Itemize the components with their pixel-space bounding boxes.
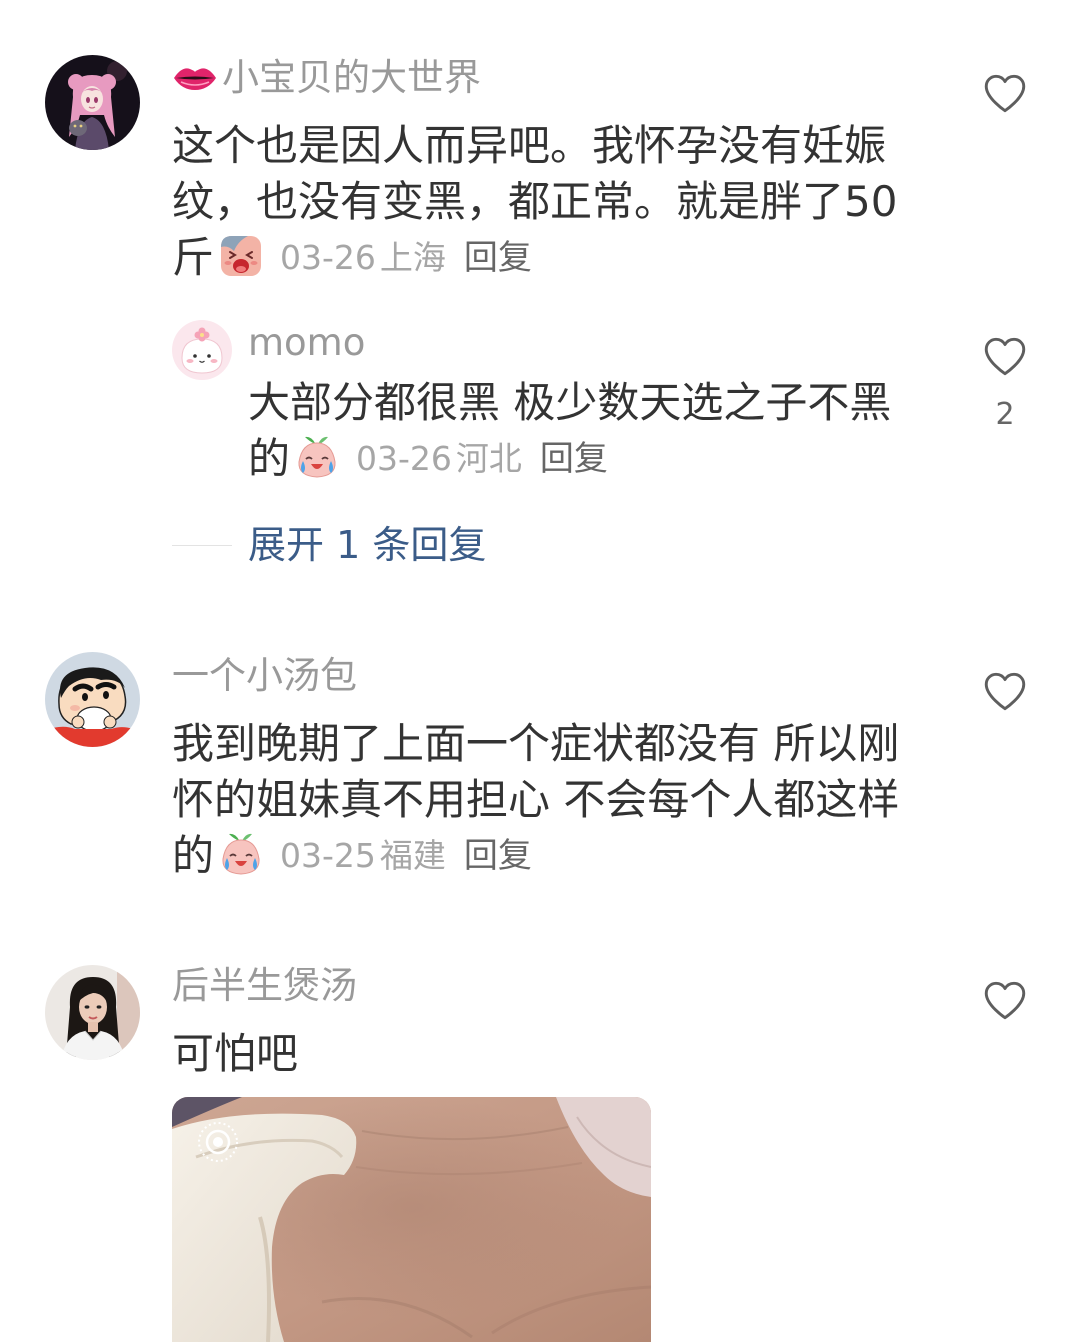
user-avatar[interactable]: [45, 55, 140, 150]
heart-outline-icon[interactable]: [978, 666, 1032, 716]
reply-text: 大部分都很黑 极少数天选之子不黑的 03-26 河北 回复: [248, 375, 908, 487]
comment-meta: 03-26 上海 回复: [264, 238, 532, 278]
heart-outline-icon[interactable]: [978, 331, 1032, 381]
screaming-face-sticker: [218, 233, 264, 279]
user-avatar[interactable]: [45, 652, 140, 747]
comment-body: 小宝贝的大世界 这个也是因人而异吧。我怀孕没有妊娠纹，也没有变黑，都正常。就是胖…: [172, 55, 912, 286]
expand-divider: [172, 545, 232, 546]
reply-body: momo 大部分都很黑 极少数天选之子不黑的 03-26 河北 回复: [248, 320, 908, 487]
live-photo-icon: [196, 1120, 240, 1164]
comment-text: 这个也是因人而异吧。我怀孕没有妊娠纹，也没有变黑，都正常。就是胖了50斤 03-2…: [172, 118, 912, 286]
lips-emoji-icon: [172, 64, 218, 92]
crying-peach-sticker: [218, 831, 264, 877]
comment-author[interactable]: 小宝贝的大世界: [172, 55, 912, 101]
comment-author[interactable]: 后半生煲汤: [172, 963, 912, 1009]
reply-author[interactable]: momo: [248, 320, 908, 366]
comment-text: 我到晚期了上面一个症状都没有 所以刚怀的姐妹真不用担心 不会每个人都这样的 03-…: [172, 716, 912, 884]
reply-button[interactable]: 回复: [464, 836, 532, 876]
expand-replies-button[interactable]: 展开 1 条回复: [248, 523, 486, 567]
reply-button[interactable]: 回复: [540, 439, 608, 479]
comment-location: 福建: [379, 836, 446, 875]
username-text: 后半生煲汤: [172, 964, 357, 1007]
reply-button[interactable]: 回复: [464, 238, 532, 278]
heart-outline-icon[interactable]: [978, 68, 1032, 118]
comment-meta: 03-25 福建 回复: [264, 836, 532, 876]
comment-text-content: 可怕吧: [172, 1029, 299, 1078]
comment-image[interactable]: [172, 1097, 651, 1342]
reply-meta: 03-26 河北 回复: [340, 439, 608, 479]
user-avatar[interactable]: [45, 965, 140, 1060]
expand-replies[interactable]: 展开 1 条回复: [0, 523, 1080, 567]
user-avatar[interactable]: [172, 320, 232, 380]
comment-author[interactable]: 一个小汤包: [172, 653, 912, 699]
username-text: momo: [248, 321, 366, 364]
comment-date: 03-25: [280, 836, 376, 875]
comment-body: 后半生煲汤 可怕吧: [172, 963, 912, 1342]
crying-peach-sticker: [294, 434, 340, 480]
heart-outline-icon[interactable]: [978, 975, 1032, 1025]
username-text: 一个小汤包: [172, 654, 357, 697]
reply-location: 河北: [455, 439, 522, 478]
comment-text: 可怕吧: [172, 1026, 912, 1082]
comment-body: 一个小汤包 我到晚期了上面一个症状都没有 所以刚怀的姐妹真不用担心 不会每个人都…: [172, 653, 912, 884]
comment-location: 上海: [379, 238, 446, 277]
reply-date: 03-26: [356, 439, 452, 478]
comment-date: 03-26: [280, 238, 376, 277]
like-count: 2: [995, 397, 1015, 432]
username-text: 小宝贝的大世界: [222, 56, 481, 99]
